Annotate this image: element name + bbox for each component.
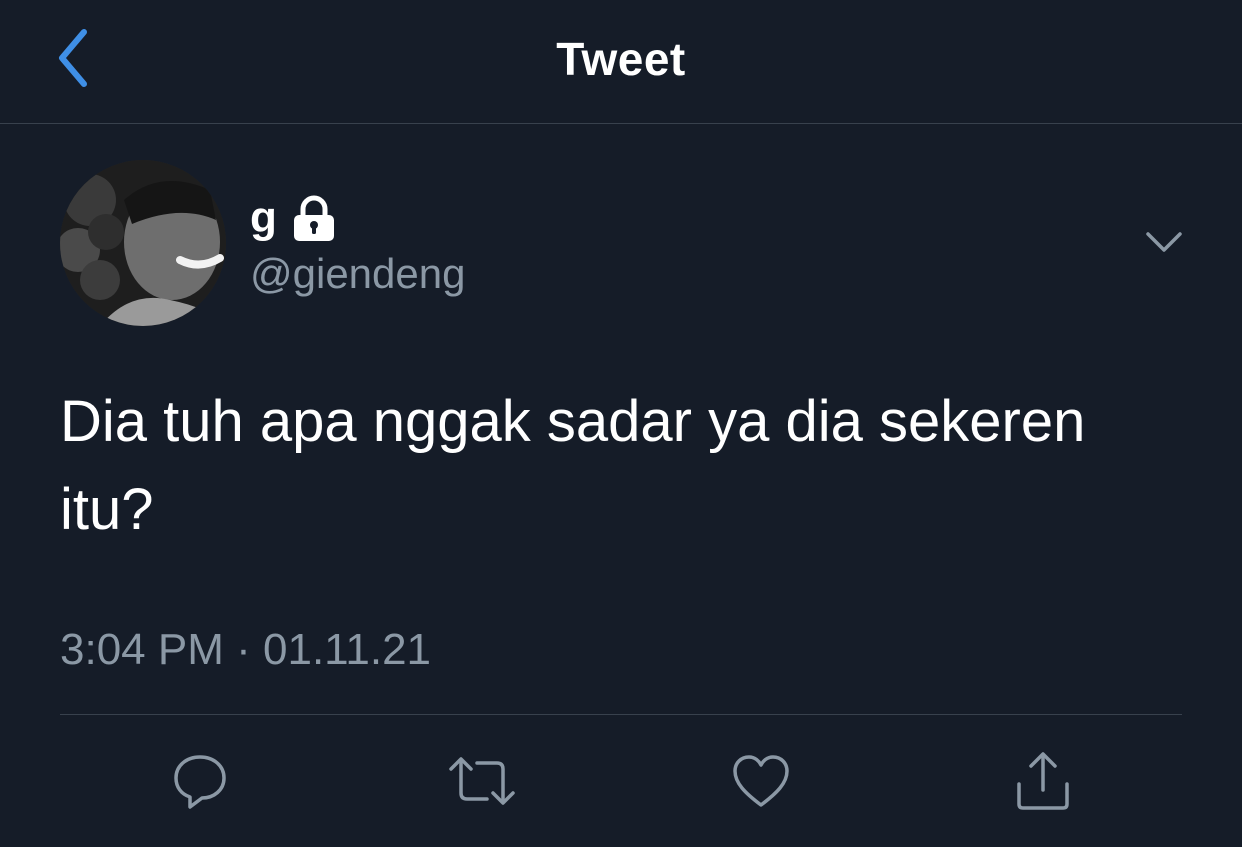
display-name[interactable]: g xyxy=(250,190,277,246)
like-button[interactable] xyxy=(726,746,796,816)
retweet-button[interactable] xyxy=(447,746,517,816)
page-title: Tweet xyxy=(556,33,686,85)
divider xyxy=(60,714,1182,715)
tweet-timestamp[interactable]: 3:04 PM · 01.11.21 xyxy=(60,622,431,678)
like-icon xyxy=(733,755,789,807)
reply-button[interactable] xyxy=(165,746,235,816)
tweet-text: Dia tuh apa nggak sadar ya dia sekeren i… xyxy=(60,389,1086,542)
avatar-image xyxy=(60,160,226,326)
author-name-row[interactable]: g xyxy=(250,190,337,246)
reply-icon xyxy=(174,755,226,809)
share-icon xyxy=(1017,752,1069,810)
more-options-button[interactable] xyxy=(1138,220,1190,264)
meta-separator: · xyxy=(236,625,251,674)
tweet-time: 3:04 PM xyxy=(60,625,224,674)
chevron-down-icon xyxy=(1146,232,1182,252)
tweet-date: 01.11.21 xyxy=(263,625,432,674)
lock-icon xyxy=(293,195,334,241)
user-handle[interactable]: @giendeng xyxy=(250,248,465,300)
share-button[interactable] xyxy=(1008,746,1078,816)
navigation-bar: Tweet xyxy=(0,0,1242,124)
retweet-icon xyxy=(449,757,515,805)
avatar[interactable] xyxy=(60,160,226,326)
